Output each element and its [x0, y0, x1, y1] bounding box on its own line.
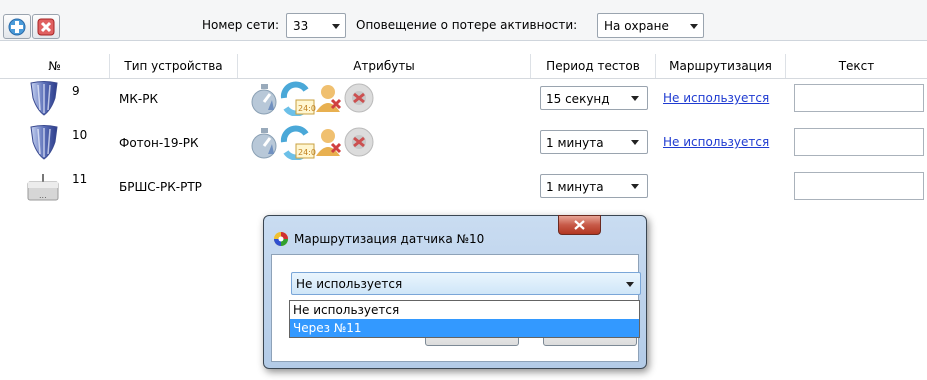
chevron-down-icon [631, 96, 639, 101]
device-type: БРШС-РК-РТР [119, 180, 202, 194]
attributes-cell: 24:00 [246, 80, 386, 119]
text-input[interactable] [794, 84, 924, 112]
routing-link[interactable]: Не используется [663, 135, 769, 149]
shield-icon [30, 81, 58, 116]
routing-dialog: Маршрутизация датчика №10 Не используетс… [263, 215, 647, 369]
attributes-cell: 24:00 [246, 124, 386, 163]
close-icon [574, 220, 585, 230]
plus-icon [8, 18, 26, 36]
shield-icon [30, 125, 58, 160]
speaker-muted-icon [342, 80, 376, 119]
close-button[interactable] [558, 215, 601, 235]
delete-device-button[interactable] [32, 14, 60, 39]
routing-select[interactable]: Не используется [291, 272, 641, 295]
device-number: 9 [72, 84, 80, 98]
chevron-down-icon [631, 140, 639, 145]
dialog-title: Маршрутизация датчика №10 [294, 232, 485, 246]
refresh-calendar-icon: 24:00 [276, 124, 321, 163]
dropdown-option[interactable]: Не используется [290, 301, 639, 319]
dropdown-option-selected[interactable]: Через №11 [290, 319, 639, 337]
user-icon [312, 124, 346, 163]
network-number-select[interactable]: 33 [286, 13, 346, 38]
speaker-muted-icon [342, 124, 376, 163]
column-header-device-type[interactable]: Тип устройства [110, 54, 238, 78]
add-device-button[interactable] [3, 14, 31, 39]
test-period-select[interactable]: 15 секунд [540, 86, 648, 110]
table-row[interactable]: 10 Фотон-19-РК 24:00 1 минута Не использ… [0, 124, 927, 164]
column-header-text[interactable]: Текст [786, 54, 927, 78]
toolbar: Номер сети: 33 Оповещение о потере актив… [0, 0, 927, 41]
activity-loss-alert-select[interactable]: На охране [597, 13, 704, 38]
chevron-down-icon [631, 184, 639, 189]
chevron-down-icon [332, 24, 340, 29]
activity-loss-alert-label: Оповещение о потере активности: [356, 18, 578, 32]
column-header-attributes[interactable]: Атрибуты [238, 54, 531, 78]
test-period-select[interactable]: 1 минута [540, 130, 648, 154]
delete-icon [37, 18, 55, 36]
device-type: МК-РК [119, 92, 158, 106]
relay-box-icon: ... [27, 174, 59, 201]
chevron-down-icon [690, 24, 698, 29]
app-icon [274, 232, 288, 246]
column-header-test-period[interactable]: Период тестов [531, 54, 656, 78]
table-row[interactable]: ... 11 БРШС-РК-РТР 1 минута [0, 168, 927, 208]
device-number: 10 [72, 128, 88, 142]
routing-dropdown-list: Не используется Через №11 [289, 300, 640, 338]
device-type: Фотон-19-РК [119, 136, 199, 150]
column-header-number[interactable]: № [0, 54, 110, 78]
network-number-label: Номер сети: [202, 18, 280, 32]
refresh-calendar-icon: 24:00 [276, 80, 321, 119]
chevron-down-icon [626, 282, 634, 287]
text-input[interactable] [794, 128, 924, 156]
svg-text:...: ... [39, 191, 47, 200]
test-period-select[interactable]: 1 минута [540, 174, 648, 198]
device-table-header: № Тип устройства Атрибуты Период тестов … [0, 54, 927, 79]
column-header-routing[interactable]: Маршрутизация [656, 54, 786, 78]
device-number: 11 [72, 172, 88, 186]
user-icon [312, 80, 346, 119]
routing-link[interactable]: Не используется [663, 91, 769, 105]
text-input[interactable] [794, 172, 924, 200]
table-row[interactable]: 9 МК-РК 24:00 15 секунд Не используется [0, 80, 927, 120]
